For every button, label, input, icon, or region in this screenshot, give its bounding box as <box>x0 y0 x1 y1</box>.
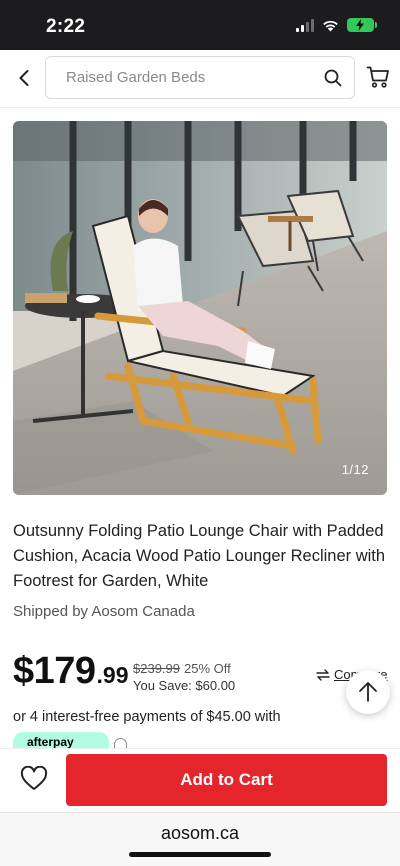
url-text[interactable]: aosom.ca <box>0 823 400 844</box>
heart-icon[interactable] <box>20 766 48 792</box>
original-price: $239.99 <box>133 661 180 676</box>
search-header: Raised Garden Beds <box>0 50 400 108</box>
wifi-icon <box>323 20 338 31</box>
chevron-left-icon <box>19 70 29 86</box>
product-image[interactable]: 1/12 <box>13 121 387 495</box>
compare-arrows-icon <box>316 668 330 681</box>
image-counter: 1/12 <box>341 462 369 477</box>
status-icons <box>296 18 377 32</box>
browser-url-bar[interactable]: aosom.ca <box>0 812 400 866</box>
product-title: Outsunny Folding Patio Lounge Chair with… <box>13 522 386 590</box>
action-bar: Add to Cart <box>0 748 400 812</box>
search-icon[interactable] <box>324 69 342 87</box>
arrow-up-icon <box>359 682 377 702</box>
cart-icon[interactable] <box>366 65 390 89</box>
cellular-signal-icon <box>296 18 314 32</box>
add-to-cart-button[interactable]: Add to Cart <box>66 754 387 806</box>
back-button[interactable] <box>10 64 38 92</box>
scroll-to-top-button[interactable] <box>346 670 390 714</box>
status-bar: 2:22 <box>0 0 400 50</box>
you-save: You Save: $60.00 <box>133 678 236 693</box>
status-time: 2:22 <box>46 16 86 37</box>
home-indicator[interactable] <box>129 852 271 857</box>
discount-badge: 25% Off <box>184 661 231 676</box>
installments-text: or 4 interest-free payments of $45.00 wi… <box>13 709 281 725</box>
price: $179.99 <box>13 650 129 693</box>
price-whole: $179 <box>13 650 96 692</box>
search-input[interactable]: Raised Garden Beds <box>66 69 205 86</box>
product-photo <box>13 121 387 495</box>
shipped-by: Shipped by Aosom Canada <box>13 603 195 620</box>
afterpay-label: afterpay <box>27 735 74 749</box>
search-box[interactable]: Raised Garden Beds <box>45 56 355 99</box>
price-cents: .99 <box>96 662 129 688</box>
battery-charging-icon <box>347 18 377 32</box>
